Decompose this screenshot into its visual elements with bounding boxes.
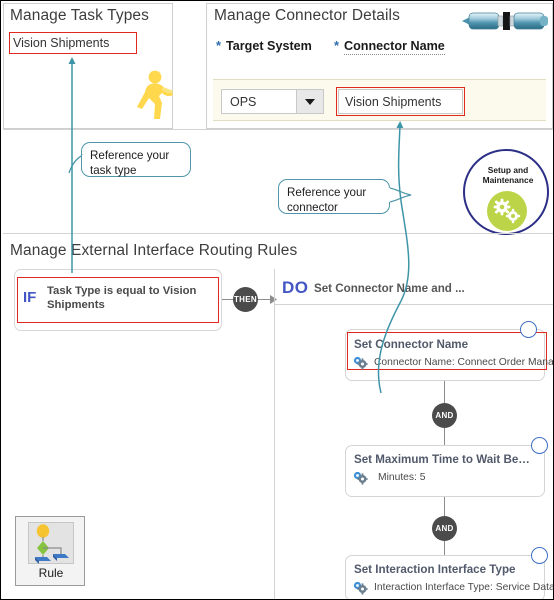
action-card-2-detail: Minutes: 5: [378, 472, 426, 483]
setup-badge-line-2: Maintenance: [482, 175, 534, 185]
do-keyword: DO: [282, 278, 309, 297]
and-line-1-bottom: [444, 428, 446, 445]
if-condition-text: Task Type is equal to Vision Shipments: [47, 285, 197, 311]
then-label: THEN: [234, 295, 257, 304]
action-card-1-title: Set Connector Name: [354, 338, 469, 351]
action-card-3-detail: Interaction Interface Type: Service Data…: [374, 582, 554, 593]
gears-icon: [487, 191, 527, 231]
page-title-routing-rules: Manage External Interface Routing Rules: [10, 242, 298, 259]
callout-line-2: task type: [90, 164, 137, 177]
setup-badge-line-1: Setup and: [487, 165, 529, 175]
if-keyword: IF: [23, 289, 37, 306]
target-system-select[interactable]: OPS: [221, 89, 324, 114]
setup-badge-label: Setup and Maintenance: [465, 165, 551, 185]
do-summary: Set Connector Name and ...: [314, 282, 465, 295]
action-card-1-detail: Connector Name: Connect Order Mana...: [374, 357, 554, 368]
and-line-2-top: [444, 497, 446, 516]
target-system-label: Target System: [226, 39, 312, 53]
connector-plug-icon: [460, 7, 550, 35]
action-card-set-interaction-interface-type[interactable]: [345, 555, 545, 599]
connector-name-required-marker: *: [334, 38, 340, 53]
callout-line-2: connector: [287, 201, 338, 214]
screenshot-root: Manage Task Types Vision Shipments Manag…: [0, 0, 554, 600]
callout-reference-task-type: Reference your task type: [81, 142, 191, 177]
gears-small-icon: [353, 471, 369, 485]
divider-routing-rules: [3, 233, 553, 234]
page-title-task-types: Manage Task Types: [10, 7, 149, 24]
setup-and-maintenance-badge[interactable]: Setup and Maintenance: [463, 149, 549, 235]
divider-top: [3, 129, 553, 130]
page-title-connector-details: Manage Connector Details: [214, 7, 400, 24]
callout-line-1: Reference your: [90, 149, 170, 162]
rule-palette-button[interactable]: Rule: [15, 516, 85, 586]
and-badge-1: AND: [432, 403, 457, 428]
callout-line-1: Reference your: [287, 186, 367, 199]
callout-tail-task-type: [67, 153, 87, 175]
rule-palette-label: Rule: [38, 566, 64, 580]
and-line-2-bottom: [444, 541, 446, 556]
action-card-3-status-circle[interactable]: [531, 547, 548, 564]
chevron-down-icon[interactable]: [296, 90, 323, 113]
target-system-required-marker: *: [216, 38, 222, 53]
gears-small-icon: [353, 581, 369, 595]
do-header-divider: [275, 304, 553, 305]
target-system-value: OPS: [230, 95, 257, 109]
and-label: AND: [435, 524, 454, 533]
running-person-icon: [129, 67, 177, 123]
task-type-value[interactable]: Vision Shipments: [13, 36, 109, 50]
action-card-2-title: Set Maximum Time to Wait Be…: [354, 453, 530, 466]
and-line-1-top: [444, 381, 446, 403]
then-line-left: [222, 299, 233, 301]
then-badge: THEN: [233, 287, 258, 312]
do-panel-left-border: [274, 269, 275, 599]
action-card-2-status-circle[interactable]: [531, 437, 548, 454]
callout-tail-connector: [387, 185, 413, 211]
and-label: AND: [435, 411, 454, 420]
action-card-3-title: Set Interaction Interface Type: [354, 563, 516, 576]
callout-reference-connector: Reference your connector: [278, 179, 390, 214]
gears-small-icon: [353, 356, 369, 370]
action-card-1-status-circle[interactable]: [520, 321, 537, 338]
and-badge-2: AND: [432, 516, 457, 541]
rule-tree-icon: [28, 522, 74, 564]
connector-name-highlight-box: [336, 87, 465, 116]
connector-name-label: Connector Name: [344, 39, 445, 55]
